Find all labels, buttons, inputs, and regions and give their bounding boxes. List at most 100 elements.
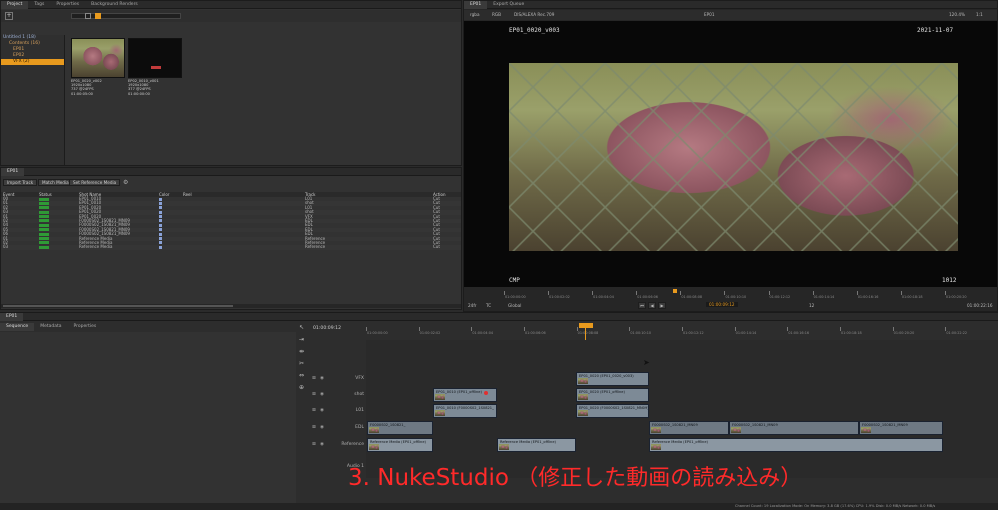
select-tool-icon[interactable]: ↖ [297, 324, 306, 332]
track-lock-icon[interactable]: ⊠ [312, 392, 316, 397]
trim-tool-icon[interactable]: ⇹ [297, 348, 306, 356]
gear-icon[interactable]: ⚙ [123, 179, 128, 186]
sequence-toolbar: Import Track Match Media Set Reference M… [1, 178, 461, 188]
table-row[interactable]: 03 Reference Media Reference Cut [1, 244, 461, 250]
track-eye-icon[interactable]: ◉ [320, 408, 324, 413]
ratio-readout[interactable]: 1:1 [976, 10, 983, 20]
color-swatch [159, 210, 162, 214]
track-eye-icon[interactable]: ◉ [320, 442, 324, 447]
track-header-shot[interactable]: ⊠ ◉ shot [310, 388, 366, 402]
tab-sequence[interactable]: Sequence [0, 323, 35, 331]
scrollbar-thumb[interactable] [3, 305, 233, 307]
clip-thumbnail-ep01[interactable] [71, 38, 125, 78]
move-tool-icon[interactable]: ⇥ [297, 336, 306, 344]
channel-select[interactable]: rgba [470, 10, 480, 20]
clip-thumbnail [578, 378, 588, 384]
color-swatch [159, 215, 162, 219]
clip-l01-ep01-0020[interactable]: EP01_0020 (F0000S02_1S0821_MN09) [576, 404, 649, 418]
clip-edl-4[interactable]: F0000S02_1S0821_MN09 [859, 421, 943, 435]
viewer-playhead[interactable] [673, 289, 677, 293]
view-list-icon[interactable] [95, 13, 101, 19]
fps-readout[interactable]: 24fr [468, 303, 477, 308]
timeline-subtabs: Sequence Metadata Properties [0, 323, 296, 331]
status-badge [39, 241, 49, 245]
view-grid-icon[interactable] [85, 13, 91, 19]
tab-export-queue[interactable]: Export Queue [487, 1, 530, 9]
clip-reference-2[interactable]: Reference Media (EP01_offline) [497, 438, 576, 452]
tab-tags[interactable]: Tags [28, 1, 50, 9]
clip-shot-ep01-0020[interactable]: EP01_0020 (EP01_offline) [576, 388, 649, 402]
track-lock-icon[interactable]: ⊠ [312, 376, 316, 381]
viewer-tabbar: EP01 Export Queue [464, 0, 997, 9]
track-name-shot: shot [354, 392, 364, 397]
zoom-tool-icon[interactable]: ⊕ [297, 384, 306, 392]
tab-ep01[interactable]: EP01 [1, 167, 25, 176]
tab-background-renders[interactable]: Background Renders [85, 1, 144, 9]
timeline-ruler[interactable]: 01:00:00:00 01:00:02:02 01:00:04:04 01:00:0… [366, 327, 998, 339]
clip-reference-3[interactable]: Reference Media (EP01_offline) [649, 438, 943, 452]
first-frame-button[interactable]: ⏮ [638, 302, 646, 309]
track-lock-icon[interactable]: ⊠ [312, 425, 316, 430]
tab-metadata[interactable]: Metadata [34, 323, 67, 331]
clip-thumbnail [861, 427, 871, 433]
play-button[interactable]: ▶ [658, 302, 666, 309]
track-header-edl[interactable]: ⊠ ◉ EDL [310, 421, 366, 435]
tab-viewer-ep01[interactable]: EP01 [464, 0, 488, 9]
caption-title: 3. NukeStudio [348, 465, 509, 491]
color-swatch [159, 228, 162, 232]
ruler-label: 01:00:04:04 [472, 331, 494, 335]
tab-timeline-properties[interactable]: Properties [68, 323, 103, 331]
color-swatch [159, 237, 162, 241]
caption-subtitle: （修正した動画の読み込み） [516, 466, 803, 491]
ruler-label: 01:00:14:14 [813, 295, 835, 299]
set-reference-media-button[interactable]: Set Reference Media [69, 179, 121, 186]
clip-select[interactable]: EP01 [704, 10, 715, 20]
timeline-playhead-marker[interactable] [579, 323, 593, 328]
clip-edl-2[interactable]: F0000S02_1S0821_MN09 [649, 421, 729, 435]
clip-l01-ep01-0010[interactable]: EP01_0010 (F0000S02_1S0821_ [433, 404, 497, 418]
timecode-out[interactable]: 01:00:22:16 [967, 303, 993, 308]
event-cell: 03 [3, 244, 9, 250]
horizontal-scrollbar[interactable] [1, 304, 461, 308]
lut-select[interactable]: DIS/ALEXA Rec.709 [514, 10, 554, 20]
clip-shot-ep01-0010[interactable]: EP01_0010 (EP01_offline) [433, 388, 497, 402]
burnin-date: 2021-11-07 [917, 27, 954, 34]
razor-tool-icon[interactable]: ✂ [297, 360, 306, 368]
zoom-readout[interactable]: 120.4% [949, 10, 965, 20]
track-lock-icon[interactable]: ⊠ [312, 442, 316, 447]
clip-thumbnail-ep02[interactable] [128, 38, 182, 78]
clip-error-marker [484, 391, 488, 395]
import-track-button[interactable]: Import Track [3, 179, 38, 186]
clip-reference-1[interactable]: Reference Media (EP01_offline) [367, 438, 433, 452]
colorspace-select[interactable]: RGB [492, 10, 501, 20]
track-name-edl: EDL [355, 425, 364, 430]
track-eye-icon[interactable]: ◉ [320, 425, 324, 430]
viewer-timeline-ruler[interactable]: 01:00:00:00 01:00:02:02 01:00:04:04 01:00:0… [504, 291, 989, 301]
clip-vfx[interactable]: EP01_0020 (EP01_0020_v003) [576, 372, 649, 386]
slip-tool-icon[interactable]: ⇔ [297, 372, 306, 380]
clip-edl-1[interactable]: F0000S02_1S0821_ [367, 421, 433, 435]
viewer-canvas[interactable]: EP01_0020_v003 2021-11-07 CMP 1012 [464, 21, 997, 287]
match-media-button[interactable]: Match Media [38, 179, 73, 186]
clip-edl-3[interactable]: F0000S02_1S0821_MN09 [729, 421, 859, 435]
track-name-l01: L01 [355, 408, 364, 413]
ruler-label: 01:00:12:12 [683, 331, 704, 335]
track-eye-icon[interactable]: ◉ [320, 392, 324, 397]
tab-properties[interactable]: Properties [50, 1, 85, 9]
track-header-l01[interactable]: ⊠ ◉ L01 [310, 404, 366, 418]
track-eye-icon[interactable]: ◉ [320, 376, 324, 381]
tab-project[interactable]: Project [1, 0, 29, 9]
add-icon[interactable]: + [5, 12, 13, 20]
track-lock-icon[interactable]: ⊠ [312, 408, 316, 413]
track-header-reference[interactable]: ⊠ ◉ Reference [310, 438, 366, 452]
step-size[interactable]: 12 [809, 303, 814, 308]
global-mode[interactable]: Global [508, 303, 521, 308]
track-header-vfx[interactable]: ⊠ ◉ VFX [310, 372, 366, 386]
bin-vfx[interactable]: VFX (2) [1, 59, 64, 65]
step-back-button[interactable]: ◀ [648, 302, 656, 309]
timecode-current[interactable]: 01:00:09:12 [706, 302, 738, 307]
timeline-current-tc[interactable]: 01:00:09:12 [313, 326, 341, 331]
tc-mode[interactable]: TC [486, 303, 491, 308]
status-badge [39, 197, 49, 201]
tab-timeline-ep01[interactable]: EP01 [0, 312, 24, 321]
